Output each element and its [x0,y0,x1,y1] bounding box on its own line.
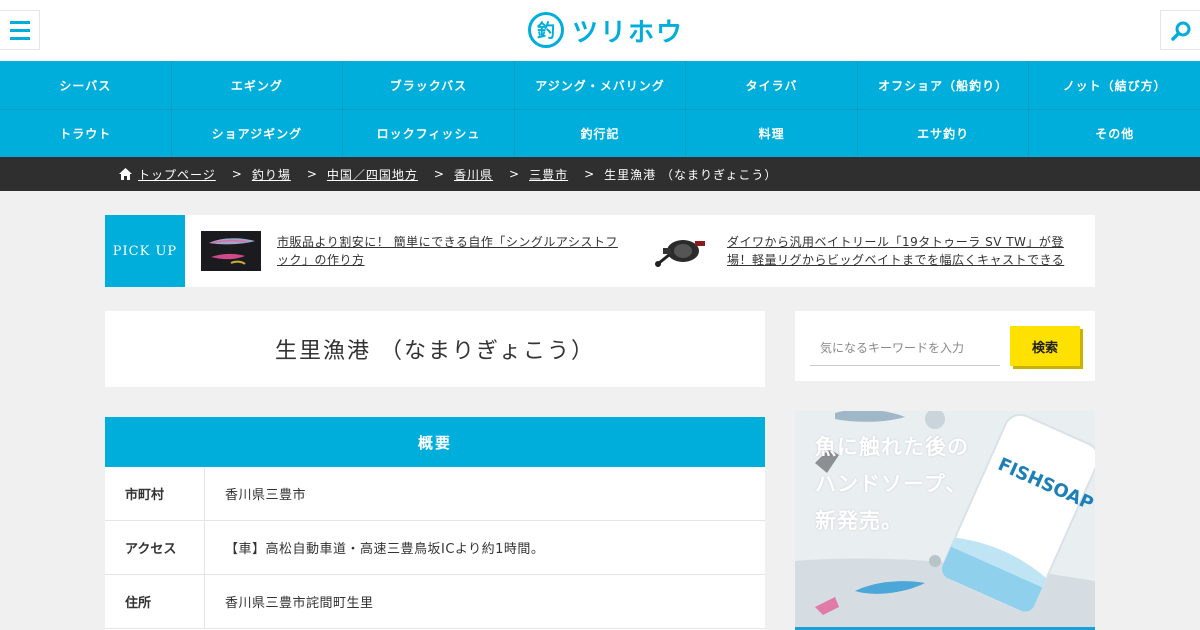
home-icon [119,168,132,180]
row-value: 香川県三豊市詫間町生里 [225,596,374,611]
menu-bar [9,20,30,24]
breadcrumb-link-city[interactable]: 三豊市 [529,166,568,183]
page-title: 生里漁港 （なまりぎょこう） [275,339,595,364]
breadcrumb-current: 生里漁港 （なまりぎょこう） [604,167,778,182]
nav-item-cooking[interactable]: 料理 [686,110,858,157]
pickup-label: PICK UP [105,215,185,287]
logo-text: ツリホウ [572,17,685,48]
breadcrumb-home[interactable]: トップページ [119,166,216,183]
pickup-link-line: 市販品より割安に！ 簡単にできる自作「シングルアシストフ [277,235,618,249]
overview-table: 概要 市町村 香川県三豊市 アクセス 【車】高松自動車道・高速三豊鳥坂ICより約… [105,417,765,630]
ad-copy: 魚に触れた後の ハンドソープ、 新発売。 [815,429,969,540]
pickup-link-line: 場！軽量リグからビッグベイトまでを幅広くキャストできる [727,253,1065,267]
breadcrumb-separator: > [433,167,444,181]
breadcrumb-separator: > [306,167,317,181]
menu-bar [9,36,30,40]
logo-mark: 釣 [528,12,564,48]
menu-bar [9,28,30,32]
pickup-item[interactable]: ダイワから汎用ベイトリール「19タトゥーラ SV TW」が登 場！軽量リグからビ… [651,231,1087,271]
nav-item-eging[interactable]: エギング [172,61,344,109]
nav-item-fishing-report[interactable]: 釣行記 [515,110,687,157]
hamburger-menu-button[interactable] [0,10,40,50]
row-label: 市町村 [105,467,205,520]
nav-item-knot[interactable]: ノット（結び方） [1029,61,1200,109]
nav-item-seabass[interactable]: シーバス [0,61,172,109]
page-title-box: 生里漁港 （なまりぎょこう） [105,311,765,387]
nav-item-blackbass[interactable]: ブラックバス [343,61,515,109]
nav-row-1: シーバス エギング ブラックバス アジング・メバリング タイラバ オフショア（船… [0,61,1200,109]
breadcrumb-link-spots[interactable]: 釣り場 [252,166,291,183]
fishsoap-ad-banner[interactable]: FISHSOAP 魚に触れた後の ハンドソープ、 新発売。 [795,411,1095,630]
pickup-link-line: ダイワから汎用ベイトリール「19タトゥーラ SV TW」が登 [727,235,1064,249]
breadcrumb-link-region[interactable]: 中国／四国地方 [327,166,418,183]
nav-item-ajing-mebaring[interactable]: アジング・メバリング [515,61,687,109]
nav-item-offshore[interactable]: オフショア（船釣り） [858,61,1030,109]
pickup-link[interactable]: 市販品より割安に！ 簡単にできる自作「シングルアシストフ ック」の作り方 [277,233,633,269]
pickup-item[interactable]: 市販品より割安に！ 簡単にできる自作「シングルアシストフ ック」の作り方 [201,231,633,271]
overview-heading: 概要 [105,417,765,467]
row-value: 【車】高松自動車道・高速三豊鳥坂ICより約1時間。 [225,542,545,557]
pickup-thumbnail-reel [651,231,711,271]
ad-copy-line: 魚に触れた後の [815,435,969,459]
nav-item-shore-jigging[interactable]: ショアジギング [172,110,344,157]
breadcrumb: トップページ > 釣り場 > 中国／四国地方 > 香川県 > 三豊市 > 生里漁… [0,157,1200,191]
row-label: 住所 [105,575,205,628]
nav-item-bait-fishing[interactable]: エサ釣り [858,110,1030,157]
pickup-thumbnail-jig [201,231,261,271]
ad-copy-line: 新発売。 [815,509,903,533]
row-label: アクセス [105,521,205,574]
breadcrumb-separator: > [231,167,242,181]
keyword-search-input[interactable] [810,331,1000,366]
nav-item-tairaba[interactable]: タイラバ [686,61,858,109]
search-icon [1171,21,1191,41]
category-nav: シーバス エギング ブラックバス アジング・メバリング タイラバ オフショア（船… [0,61,1200,157]
sidebar-search-box: 検索 [795,311,1095,381]
breadcrumb-separator: > [509,167,520,181]
table-row: 住所 香川県三豊市詫間町生里 [105,575,765,629]
nav-item-trout[interactable]: トラウト [0,110,172,157]
table-row: 市町村 香川県三豊市 [105,467,765,521]
breadcrumb-link-prefecture[interactable]: 香川県 [454,166,493,183]
pickup-link[interactable]: ダイワから汎用ベイトリール「19タトゥーラ SV TW」が登 場！軽量リグからビ… [727,233,1087,269]
row-value: 香川県三豊市 [225,488,307,503]
nav-item-other[interactable]: その他 [1029,110,1200,157]
site-header: 釣 ツリホウ [0,0,1200,61]
site-logo[interactable]: 釣 ツリホウ [528,11,684,49]
search-submit-button[interactable]: 検索 [1010,326,1080,366]
pickup-bar: PICK UP 市販品より割安に！ 簡単にできる自作「シングルアシストフ ック」… [105,215,1095,287]
breadcrumb-link-top[interactable]: トップページ [138,166,216,183]
table-row: アクセス 【車】高松自動車道・高速三豊鳥坂ICより約1時間。 [105,521,765,575]
pickup-link-line: ック」の作り方 [277,253,365,267]
nav-row-2: トラウト ショアジギング ロックフィッシュ 釣行記 料理 エサ釣り その他 [0,109,1200,157]
header-search-button[interactable] [1160,10,1200,50]
breadcrumb-separator: > [584,167,595,181]
nav-item-rockfish[interactable]: ロックフィッシュ [343,110,515,157]
ad-copy-line: ハンドソープ、 [815,472,968,496]
